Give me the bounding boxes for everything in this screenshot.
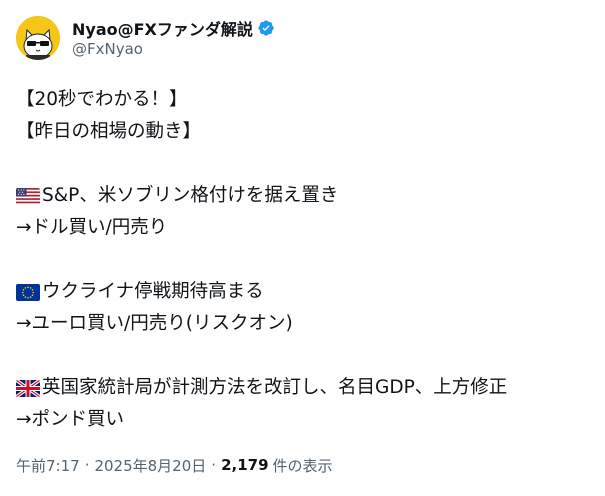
us-flag-icon — [16, 187, 40, 205]
post-meta: 午前7:17 · 2025年8月20日 · 2,179 件の表示 — [16, 454, 333, 476]
post-date[interactable]: 2025年8月20日 — [94, 455, 206, 476]
user-names: Nyao@FXファンダ解説 @FxNyao — [72, 17, 275, 59]
views-label: 件の表示 — [272, 456, 333, 475]
display-name[interactable]: Nyao@FXファンダ解説 — [72, 16, 253, 40]
views-count: 2,179 — [221, 456, 269, 474]
post-line-uk: 英国家統計局が計測方法を改訂し、名目GDP、上方修正 — [16, 372, 591, 404]
post-line-us-text: S&P、米ソブリン格付けを据え置き — [42, 185, 339, 206]
verified-badge-icon — [257, 19, 275, 37]
eu-flag-icon — [16, 283, 40, 301]
post-line-eu-text: ウクライナ停戦期待高まる — [42, 281, 264, 302]
meta-separator: · — [84, 456, 90, 474]
cat-avatar-icon[interactable] — [16, 16, 60, 60]
post-time[interactable]: 午前7:17 — [16, 455, 80, 476]
user-handle[interactable]: @FxNyao — [72, 39, 275, 59]
post-line-uk-text: 英国家統計局が計測方法を改訂し、名目GDP、上方修正 — [42, 377, 508, 398]
post-line-headline: 【20秒でわかる！】 — [16, 89, 188, 110]
post-header: Nyao@FXファンダ解説 @FxNyao — [16, 12, 275, 64]
post-line-us-effect: →ドル買い/円売り — [16, 217, 168, 238]
post-text: 【20秒でわかる！】 【昨日の相場の動き】 S&P、米ソブリン格付けを据え置き … — [16, 84, 591, 436]
uk-flag-icon — [16, 379, 40, 397]
post-line-us: S&P、米ソブリン格付けを据え置き — [16, 180, 591, 212]
meta-separator: · — [211, 456, 217, 474]
post-line-eu-effect: →ユーロ買い/円売り(リスクオン) — [16, 313, 293, 334]
post-line-uk-effect: →ポンド買い — [16, 409, 125, 430]
post-line-subheadline: 【昨日の相場の動き】 — [16, 121, 202, 142]
name-row: Nyao@FXファンダ解説 — [72, 17, 275, 39]
post-line-eu: ウクライナ停戦期待高まる — [16, 276, 591, 308]
